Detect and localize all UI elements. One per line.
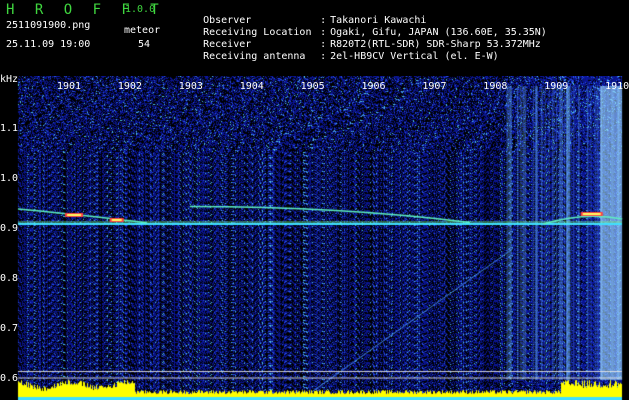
- app-version: 1.0.0: [125, 4, 156, 15]
- header-panel: H R O F F T 1.0.0 2511091900.png 25.11.0…: [0, 0, 629, 76]
- x-tick-label: 1903: [178, 81, 203, 92]
- x-tick-label: 1909: [544, 81, 569, 92]
- y-axis-unit: kHz: [0, 74, 19, 85]
- meteor-count: 54: [138, 39, 151, 50]
- x-tick-label: 1905: [300, 81, 325, 92]
- file-name: 2511091900.png: [6, 20, 91, 31]
- info-value: 2el-HB9CV Vertical (el. E-W): [330, 51, 499, 62]
- x-tick-label: 1907: [422, 81, 447, 92]
- x-tick-label: 1908: [483, 81, 508, 92]
- x-tick-label: 1906: [361, 81, 386, 92]
- y-tick-label: 0.9: [0, 223, 19, 234]
- y-tick-label: 1.1: [0, 123, 19, 134]
- x-tick-label: 1901: [57, 81, 82, 92]
- meteor-label: meteor: [124, 25, 161, 36]
- info-separator: :: [320, 51, 327, 62]
- info-key: Receiving antenna: [203, 51, 306, 62]
- x-tick-label: 1910: [605, 81, 629, 92]
- date-time: 25.11.09 19:00: [6, 39, 91, 50]
- y-tick-label: 0.8: [0, 273, 19, 284]
- x-tick-label: 1904: [239, 81, 264, 92]
- y-tick-label: 0.6: [0, 373, 19, 384]
- info-row-antenna: Receiving antenna:2el-HB9CV Vertical (el…: [179, 42, 499, 72]
- y-tick-label: 0.7: [0, 323, 19, 334]
- y-tick-label: 1.0: [0, 173, 19, 184]
- spectrogram-canvas: [0, 76, 629, 400]
- x-tick-label: 1902: [117, 81, 142, 92]
